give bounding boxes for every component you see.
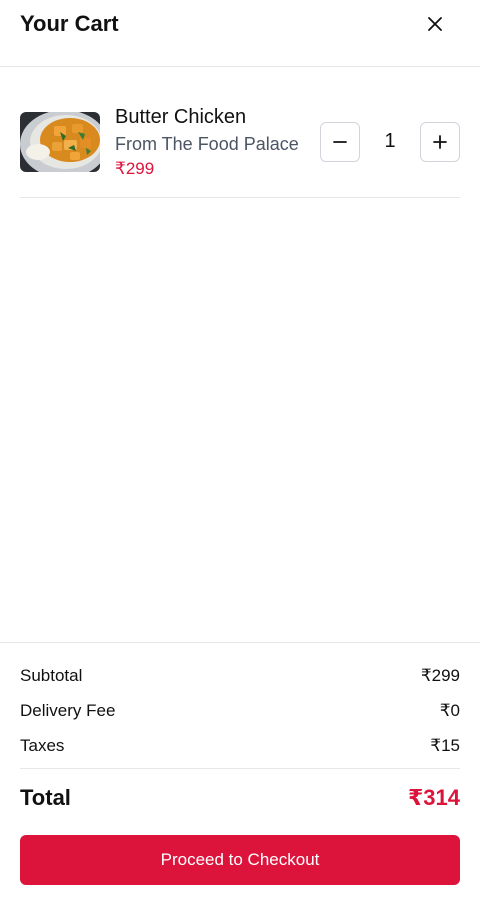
summary-divider <box>20 768 460 769</box>
close-button[interactable] <box>421 10 449 38</box>
taxes-value: ₹15 <box>430 736 460 755</box>
taxes-row: Taxes ₹15 <box>20 734 460 758</box>
checkout-button[interactable]: Proceed to Checkout <box>20 835 460 885</box>
cart-panel: Your Cart Butter Chicken From The Food P… <box>0 0 480 900</box>
food-image <box>20 112 100 172</box>
plus-icon <box>433 135 447 149</box>
item-name: Butter Chicken <box>115 106 247 128</box>
subtotal-value: ₹299 <box>420 666 460 685</box>
total-value: ₹314 <box>407 785 460 810</box>
item-restaurant: From The Food Palace <box>115 134 299 154</box>
page-title: Your Cart <box>20 11 119 36</box>
item-price: ₹299 <box>115 159 155 178</box>
total-label: Total <box>20 785 71 810</box>
subtotal-row: Subtotal ₹299 <box>20 664 460 688</box>
order-summary: Subtotal ₹299 Delivery Fee ₹0 Taxes ₹15 … <box>0 642 480 900</box>
close-icon <box>428 17 442 31</box>
decrease-quantity-button[interactable] <box>320 122 360 162</box>
cart-item: Butter Chicken From The Food Palace ₹299… <box>20 102 460 198</box>
delivery-fee-label: Delivery Fee <box>20 701 116 720</box>
minus-icon <box>333 141 347 143</box>
delivery-fee-value: ₹0 <box>439 701 460 720</box>
taxes-label: Taxes <box>20 736 65 755</box>
total-row: Total ₹314 <box>20 783 460 813</box>
subtotal-label: Subtotal <box>20 666 83 685</box>
delivery-fee-row: Delivery Fee ₹0 <box>20 699 460 723</box>
quantity-value: 1 <box>384 130 396 152</box>
increase-quantity-button[interactable] <box>420 122 460 162</box>
cart-header: Your Cart <box>0 0 480 67</box>
